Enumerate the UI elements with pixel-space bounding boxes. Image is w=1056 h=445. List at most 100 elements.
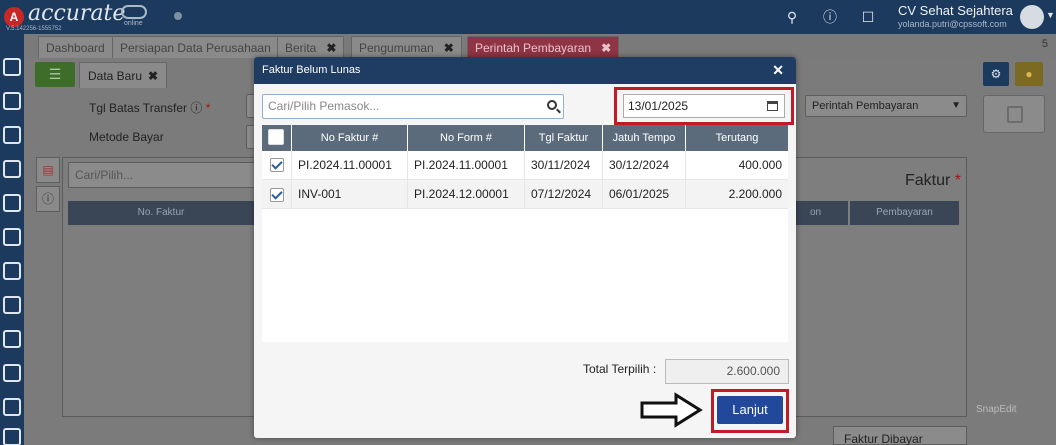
bg-column-pembayaran: Pembayaran [850, 201, 959, 225]
bell-icon[interactable]: ☐ [857, 6, 879, 28]
supplier-placeholder: Cari/Pilih Pemasok... [268, 99, 380, 113]
close-icon[interactable]: ✕ [772, 57, 784, 84]
sidebar-factory-icon[interactable] [3, 364, 21, 382]
tab-perintah-pembayaran[interactable]: Perintah Pembayaran ✖ [467, 36, 620, 58]
cell-tgl-faktur: 07/12/2024 [525, 180, 603, 209]
user-email: yolanda.putri@cpssoft.com [898, 19, 1007, 29]
required-mark: * [954, 172, 962, 189]
column-jatuh-tempo[interactable]: Jatuh Tempo [603, 125, 686, 151]
logo-sub: online [124, 20, 143, 27]
cell-no-form: PI.2024.12.00001 [408, 180, 525, 209]
list-icon[interactable]: ☰ [35, 62, 75, 87]
info-icon[interactable]: ⓘ [36, 186, 60, 212]
table-row[interactable]: INV-001 PI.2024.12.00001 07/12/2024 06/0… [262, 180, 788, 209]
document-icon[interactable]: ▤ [36, 157, 60, 183]
tab-label: Dashboard [46, 41, 105, 55]
cell-no-faktur: PI.2024.11.00001 [292, 151, 408, 180]
sidebar-bag-icon[interactable] [3, 228, 21, 246]
bg-column-on: on [796, 201, 848, 225]
tab-berita[interactable]: Berita ✖ [277, 36, 345, 58]
cell-jatuh-tempo: 06/01/2025 [603, 180, 686, 209]
subtab-data-baru[interactable]: Data Baru ✖ [79, 62, 167, 88]
total-terpilih-value: 2.600.000 [665, 359, 789, 384]
close-icon[interactable]: ✖ [601, 41, 611, 55]
sidebar-more-icon[interactable] [3, 428, 21, 445]
cell-terutang: 2.200.000 [728, 187, 782, 201]
metode-bayar-label: Metode Bayar [89, 130, 164, 144]
watermark: SnapEdit [976, 404, 1017, 415]
table-header: No Faktur # No Form # Tgl Faktur Jatuh T… [262, 125, 788, 151]
sidebar-chart-icon[interactable] [3, 330, 21, 348]
save-button[interactable] [983, 95, 1045, 133]
save-icon [1007, 106, 1023, 123]
sidebar-report-icon[interactable] [3, 398, 21, 416]
faktur-title-text: Faktur [905, 172, 951, 189]
chevron-down-icon: ▼ [951, 100, 961, 111]
search-icon[interactable] [547, 100, 557, 110]
close-icon[interactable]: ✖ [444, 41, 454, 55]
tab-count[interactable]: 5 [1042, 38, 1048, 50]
dialog-title: Faktur Belum Lunas [262, 64, 361, 76]
close-icon[interactable]: ✖ [148, 69, 158, 83]
dialog-header: Faktur Belum Lunas ✕ [254, 57, 796, 84]
sidebar-cart-icon[interactable] [3, 262, 21, 280]
row-checkbox[interactable] [270, 188, 284, 202]
row-checkbox[interactable] [270, 158, 284, 172]
sidebar-store-icon[interactable] [3, 194, 21, 212]
status-dot-icon [174, 12, 182, 20]
tab-persiapan-data[interactable]: Persiapan Data Perusahaan [112, 36, 279, 58]
tgl-batas-text: Tgl Batas Transfer ⓘ [89, 101, 203, 115]
bulb-icon[interactable]: ● [1015, 62, 1043, 86]
sidebar-settings-icon[interactable] [3, 58, 21, 76]
type-select[interactable]: Perintah Pembayaran ▼ [805, 95, 967, 117]
top-bar: A accurate online V.5.142256-1555752 ⚲ ⓘ… [0, 0, 1056, 34]
select-all-checkbox[interactable] [268, 129, 284, 145]
detail-search-input[interactable]: Cari/Pilih... [68, 162, 258, 188]
tab-bar: Dashboard Persiapan Data Perusahaan Beri… [24, 34, 1056, 58]
sidebar-building-icon[interactable] [3, 126, 21, 144]
help-icon[interactable]: ⓘ [819, 6, 841, 28]
supplier-search-input[interactable]: Cari/Pilih Pemasok... [262, 94, 564, 119]
cell-no-form: PI.2024.11.00001 [408, 151, 525, 180]
app-version: V.5.142256-1555752 [6, 26, 62, 32]
tab-label: Persiapan Data Perusahaan [120, 41, 271, 55]
company-name[interactable]: CV Sehat Sejahtera [898, 3, 1013, 18]
calendar-icon[interactable] [767, 101, 778, 111]
close-icon[interactable]: ✖ [326, 41, 336, 55]
row-select [262, 151, 292, 180]
date-input[interactable]: 13/01/2025 [623, 94, 785, 118]
column-no-form[interactable]: No Form # [408, 125, 525, 151]
faktur-dibayar-field[interactable]: Faktur Dibayar [833, 426, 967, 445]
avatar[interactable] [1020, 5, 1044, 29]
tab-label: Perintah Pembayaran [475, 41, 592, 55]
date-highlight: 13/01/2025 [614, 87, 794, 125]
search-icon[interactable]: ⚲ [781, 6, 803, 28]
sidebar-bank-icon[interactable] [3, 92, 21, 110]
total-terpilih-label: Total Terpilih : [583, 362, 657, 376]
required-mark: * [205, 101, 211, 115]
subtab-label: Data Baru [88, 69, 143, 83]
gear-icon[interactable]: ⚙ [983, 62, 1009, 86]
sidebar-document-icon[interactable] [3, 160, 21, 178]
sidebar-truck-icon[interactable] [3, 296, 21, 314]
cloud-icon [121, 5, 147, 19]
header-select-all [262, 125, 292, 151]
cell-tgl-faktur: 30/11/2024 [525, 151, 603, 180]
tab-pengumuman[interactable]: Pengumuman ✖ [351, 36, 462, 58]
lanjut-highlight: Lanjut [711, 389, 789, 433]
column-tgl-faktur[interactable]: Tgl Faktur [525, 125, 603, 151]
column-terutang[interactable]: Terutang [686, 125, 788, 151]
tab-dashboard[interactable]: Dashboard [38, 36, 113, 58]
column-no-faktur[interactable]: No Faktur # [292, 125, 408, 151]
table-row[interactable]: PI.2024.11.00001 PI.2024.11.00001 30/11/… [262, 151, 788, 180]
tgl-batas-label: Tgl Batas Transfer ⓘ * [89, 99, 210, 116]
lanjut-button[interactable]: Lanjut [717, 396, 783, 424]
faktur-title: Faktur * [905, 172, 961, 190]
invoice-table: No Faktur # No Form # Tgl Faktur Jatuh T… [262, 125, 788, 342]
logo-icon: A [4, 7, 24, 27]
tab-label: Pengumuman [359, 41, 434, 55]
bg-column-no-faktur: No. Faktur [68, 201, 254, 225]
tab-label: Berita [285, 41, 317, 55]
chevron-down-icon[interactable]: ▼ [1046, 10, 1055, 20]
date-value: 13/01/2025 [628, 99, 689, 113]
